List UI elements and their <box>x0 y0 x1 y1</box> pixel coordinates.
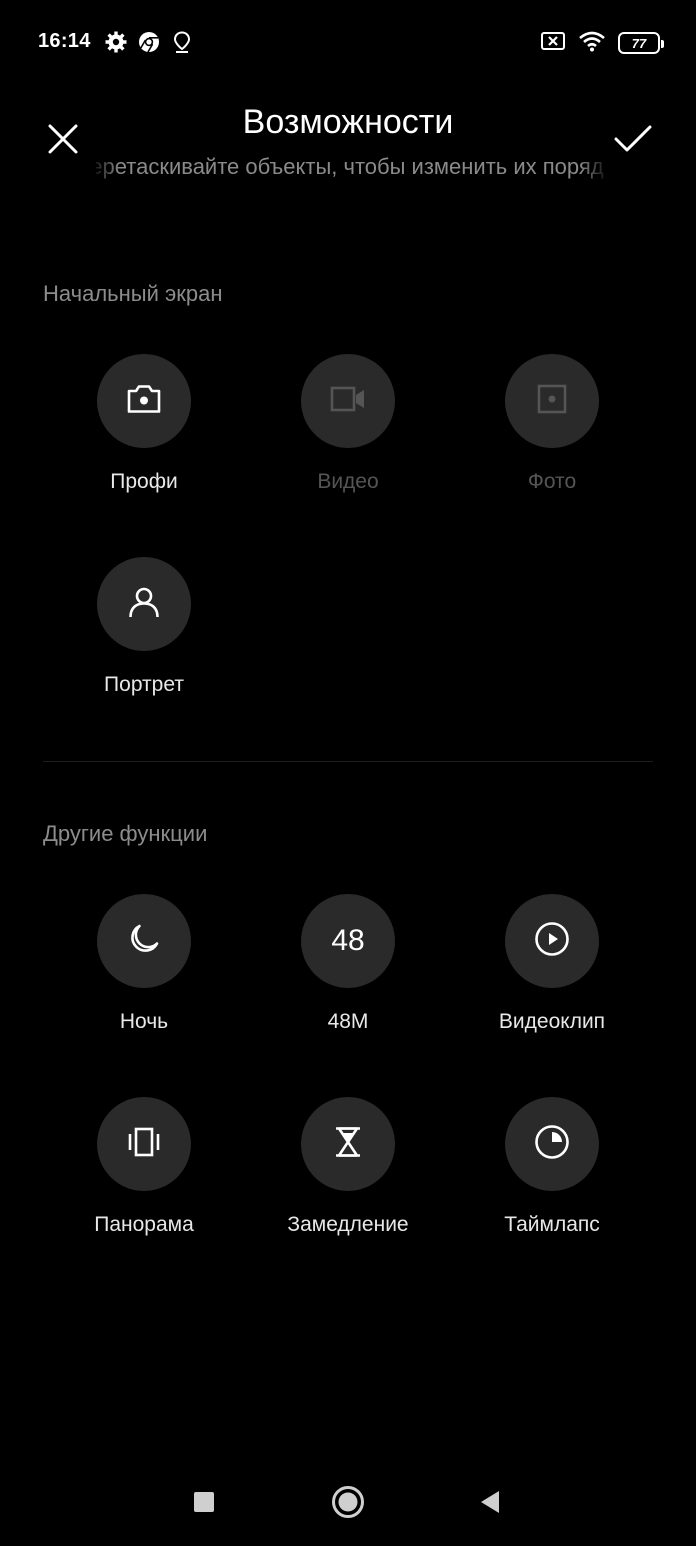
moon-icon <box>127 922 161 961</box>
gear-icon <box>104 30 128 54</box>
back-triangle-icon <box>478 1489 502 1520</box>
panorama-icon <box>125 1127 163 1162</box>
mode-tile-circle <box>505 1097 599 1191</box>
mode-label: Профи <box>110 470 178 493</box>
mode-tile-circle <box>97 1097 191 1191</box>
timelapse-icon <box>534 1124 570 1165</box>
mode-tile-videoclip[interactable]: Видеоклип <box>450 894 654 1054</box>
section-divider <box>43 761 653 762</box>
battery-icon: 77 <box>618 32 664 54</box>
mode-tile-panorama[interactable]: Панорама <box>42 1097 246 1257</box>
mode-label: Панорама <box>94 1213 194 1236</box>
subtitle-fade-left <box>90 150 120 190</box>
mode-tile-timelapse[interactable]: Таймлапс <box>450 1097 654 1257</box>
mode-tile-pro[interactable]: Профи <box>42 354 246 514</box>
video-camera-icon <box>330 386 366 417</box>
hourglass-icon <box>331 1125 365 1164</box>
mode-tile-circle <box>301 1097 395 1191</box>
mode-label: Видеоклип <box>498 1010 606 1033</box>
sim-off-icon <box>540 30 566 57</box>
mode-tile-circle <box>505 894 599 988</box>
home-circle-icon <box>330 1484 366 1525</box>
section-title-home: Начальный экран <box>43 281 223 306</box>
camera-icon <box>126 383 162 420</box>
status-bar: 16:14 77 <box>0 0 696 86</box>
confirm-button[interactable] <box>610 118 656 164</box>
nav-home-button[interactable] <box>328 1484 368 1524</box>
mode-label: Портрет <box>104 673 184 696</box>
square-icon <box>192 1490 216 1519</box>
mode-tile-video[interactable]: Видео <box>246 354 450 514</box>
mode-tile-night[interactable]: Ночь <box>42 894 246 1054</box>
mode-tile-slowmo[interactable]: Замедление <box>246 1097 450 1257</box>
mode-tile-circle: 48 <box>301 894 395 988</box>
mode-tile-circle <box>505 354 599 448</box>
mode-tile-circle <box>97 894 191 988</box>
page-title: Возможности <box>242 103 454 141</box>
person-icon <box>127 585 161 624</box>
mode-label: Ночь <box>119 1010 169 1033</box>
mode-label: Фото <box>527 470 577 493</box>
mode-tile-portrait[interactable]: Портрет <box>42 557 246 717</box>
status-right-icons: 77 <box>540 30 664 57</box>
subtitle-marquee: Перетаскивайте объекты, чтобы изменить и… <box>96 154 604 186</box>
chrome-icon <box>137 30 161 54</box>
mode-tile-48m[interactable]: 48 48M <box>246 894 450 1054</box>
mode-tile-circle <box>97 354 191 448</box>
subtitle: Перетаскивайте объекты, чтобы изменить и… <box>96 154 604 179</box>
checkmark-icon <box>613 123 653 160</box>
section-title-other: Другие функции <box>43 821 208 846</box>
wifi-icon <box>578 30 606 57</box>
photo-icon <box>536 383 568 420</box>
48-icon: 48 <box>331 924 365 957</box>
mode-label: Таймлапс <box>504 1213 600 1236</box>
nav-back-button[interactable] <box>470 1484 510 1524</box>
mode-tile-photo[interactable]: Фото <box>450 354 654 514</box>
status-time: 16:14 <box>38 30 91 52</box>
mode-label: 48M <box>327 1010 369 1033</box>
battery-level: 77 <box>631 35 647 51</box>
mode-tile-circle <box>301 354 395 448</box>
play-icon <box>534 921 570 962</box>
location-pin-icon <box>170 30 194 54</box>
mode-label: Видео <box>317 470 379 493</box>
nav-recents-button[interactable] <box>184 1484 224 1524</box>
mode-label: Замедление <box>287 1213 409 1236</box>
mode-tile-circle <box>97 557 191 651</box>
subtitle-fade-right <box>580 150 610 190</box>
